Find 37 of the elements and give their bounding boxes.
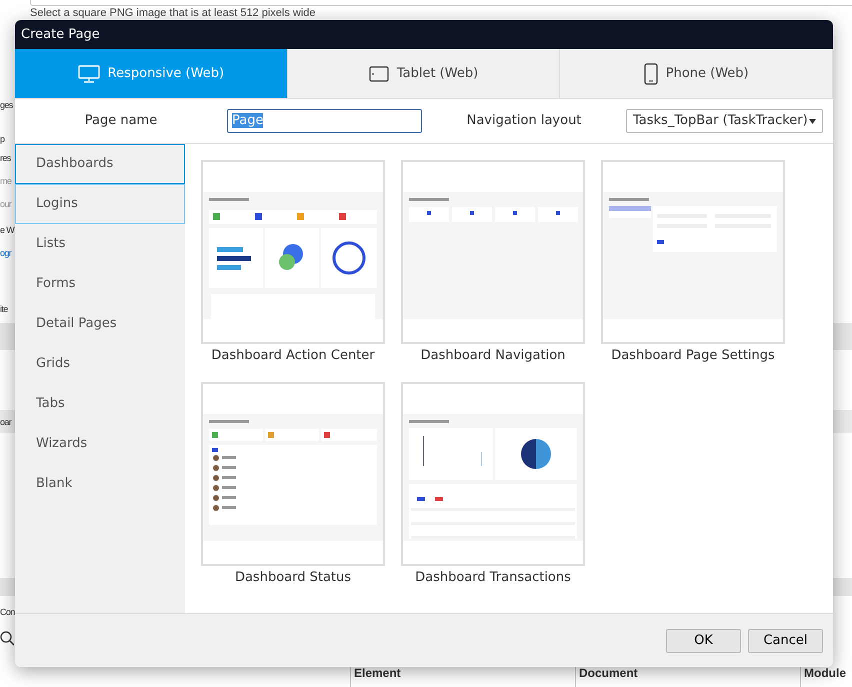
caret-icon [809, 118, 816, 124]
category-item[interactable]: Dashboards [15, 144, 185, 184]
phone-icon [644, 62, 658, 84]
monitor-icon [78, 64, 100, 82]
navigation-layout-select[interactable]: Tasks_TopBar (TaskTracker) [626, 109, 823, 133]
field-label: Page name [84, 112, 158, 130]
background-text: ges [0, 99, 13, 112]
background-text: ite [0, 303, 8, 316]
page-name-field[interactable]: Page [227, 109, 422, 133]
search-icon[interactable] [0, 630, 14, 646]
background-text: our [0, 198, 12, 211]
template-name: Dashboard Navigation [420, 347, 566, 365]
template-name: Dashboard Transactions [415, 568, 571, 586]
dialog-button[interactable]: OK [666, 628, 741, 652]
background-text: p [0, 133, 4, 146]
background-text: res [0, 152, 11, 165]
category-item[interactable]: Wizards [15, 424, 185, 464]
background-text: e W [0, 224, 14, 237]
background-text: Con [0, 606, 15, 619]
category-item[interactable]: Grids [15, 344, 185, 384]
template-name: Dashboard Action Center [211, 347, 375, 365]
category-item[interactable]: Lists [15, 224, 185, 264]
dialog-title: Create Page [15, 20, 833, 49]
category-item[interactable]: Blank [15, 464, 185, 504]
link[interactable]: ogr [0, 244, 12, 262]
template-name: Dashboard Status [234, 568, 352, 586]
category-item[interactable]: Detail Pages [15, 304, 185, 344]
category-item[interactable]: Forms [15, 264, 185, 304]
hint-text: Select a square PNG image that is at least 512 pixels wide [30, 7, 316, 19]
template-name: Dashboard Page Settings [611, 347, 775, 365]
field-label: Navigation layout [466, 112, 582, 130]
category-item[interactable]: Logins [15, 184, 185, 224]
background-text: me [0, 175, 12, 188]
dialog-button[interactable]: Cancel [748, 628, 823, 652]
category-item[interactable]: Tabs [15, 384, 185, 424]
background-text: oar [0, 416, 12, 429]
tablet-icon [368, 66, 389, 82]
